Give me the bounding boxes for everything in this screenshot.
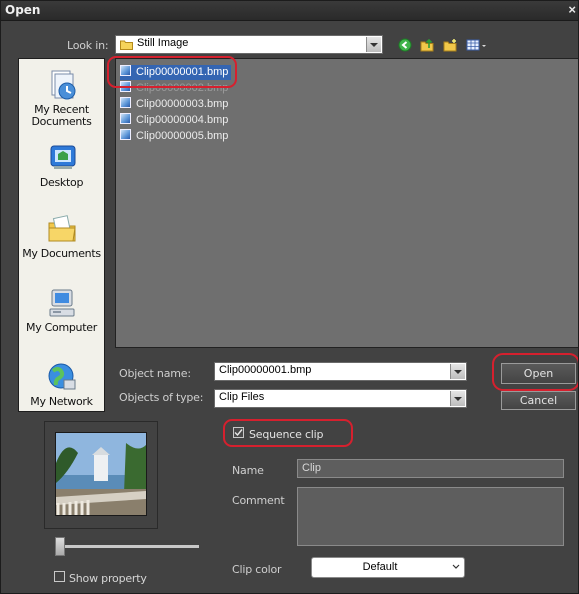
new-folder-icon[interactable]: [443, 38, 457, 52]
file-list[interactable]: Clip00000001.bmp Clip00000002.bmp Clip00…: [115, 58, 578, 348]
chevron-down-icon[interactable]: [366, 37, 381, 52]
list-item[interactable]: Clip00000003.bmp: [120, 97, 228, 112]
name-label: Name: [232, 464, 264, 477]
place-my-computer[interactable]: My Computer: [19, 287, 104, 334]
folder-icon: [120, 39, 133, 50]
chevron-down-icon[interactable]: [450, 391, 465, 406]
my-documents-icon: [46, 213, 78, 245]
object-type-label: Objects of type:: [119, 391, 204, 404]
open-dialog: Open × Look in: Still Image My Recent Do…: [0, 0, 579, 594]
recent-documents-icon: [46, 69, 78, 101]
open-button-highlight: [492, 353, 578, 391]
look-in-value: Still Image: [137, 37, 189, 49]
name-value: Clip: [302, 462, 321, 474]
file-name: Clip00000003.bmp: [136, 98, 229, 110]
chevron-down-icon[interactable]: [450, 364, 465, 379]
object-name-label: Object name:: [119, 367, 191, 380]
my-network-icon: [46, 361, 78, 393]
place-label: My Computer: [26, 321, 97, 334]
place-label: My Network: [30, 395, 93, 408]
bmp-file-icon: [120, 113, 131, 124]
place-label: Desktop: [39, 176, 84, 189]
file-name: Clip00000005.bmp: [136, 130, 229, 142]
bmp-file-icon: [120, 97, 131, 108]
comment-field[interactable]: [297, 487, 564, 546]
places-bar: My Recent Documents Desktop My Documents…: [18, 58, 105, 412]
sequence-clip-highlight: [223, 419, 353, 447]
bmp-file-icon: [120, 129, 131, 140]
object-type-value: Clip Files: [219, 391, 265, 403]
my-computer-icon: [46, 287, 78, 319]
title-bar: Open ×: [1, 1, 578, 21]
place-label: My Recent Documents: [31, 103, 92, 128]
up-folder-icon[interactable]: [420, 38, 434, 52]
look-in-label: Look in:: [67, 39, 109, 52]
list-item[interactable]: Clip00000005.bmp: [120, 129, 228, 144]
clip-color-value: Default: [362, 561, 398, 573]
object-name-value: Clip00000001.bmp: [219, 364, 312, 376]
clip-color-dropdown[interactable]: Default: [311, 557, 465, 578]
place-label: My Documents: [22, 247, 101, 260]
preview-slider-thumb[interactable]: [55, 537, 65, 556]
place-desktop[interactable]: Desktop: [19, 142, 104, 189]
close-icon[interactable]: ×: [568, 2, 576, 17]
look-in-dropdown[interactable]: Still Image: [115, 35, 383, 54]
comment-label: Comment: [232, 494, 285, 507]
show-property-checkbox[interactable]: [54, 571, 65, 582]
place-my-network[interactable]: My Network: [19, 361, 104, 408]
object-type-dropdown[interactable]: Clip Files: [214, 389, 467, 408]
chevron-down-icon[interactable]: [451, 562, 461, 572]
file-name: Clip00000004.bmp: [136, 114, 229, 126]
clip-preview-thumbnail: [55, 432, 147, 516]
back-icon[interactable]: [398, 38, 412, 52]
clip-color-label: Clip color: [232, 563, 282, 576]
preview-slider-track[interactable]: [59, 545, 199, 548]
cancel-button[interactable]: Cancel: [501, 391, 576, 410]
place-my-recent-documents[interactable]: My Recent Documents: [19, 69, 104, 128]
selected-file-highlight: [107, 56, 237, 88]
object-name-field[interactable]: Clip00000001.bmp: [214, 362, 467, 381]
dialog-title: Open: [5, 3, 41, 17]
desktop-icon: [46, 142, 78, 174]
place-my-documents[interactable]: My Documents: [19, 213, 104, 260]
show-property-label: Show property: [69, 572, 147, 585]
list-item[interactable]: Clip00000004.bmp: [120, 113, 228, 128]
name-field[interactable]: Clip: [297, 459, 564, 478]
views-menu-icon[interactable]: [466, 38, 488, 52]
